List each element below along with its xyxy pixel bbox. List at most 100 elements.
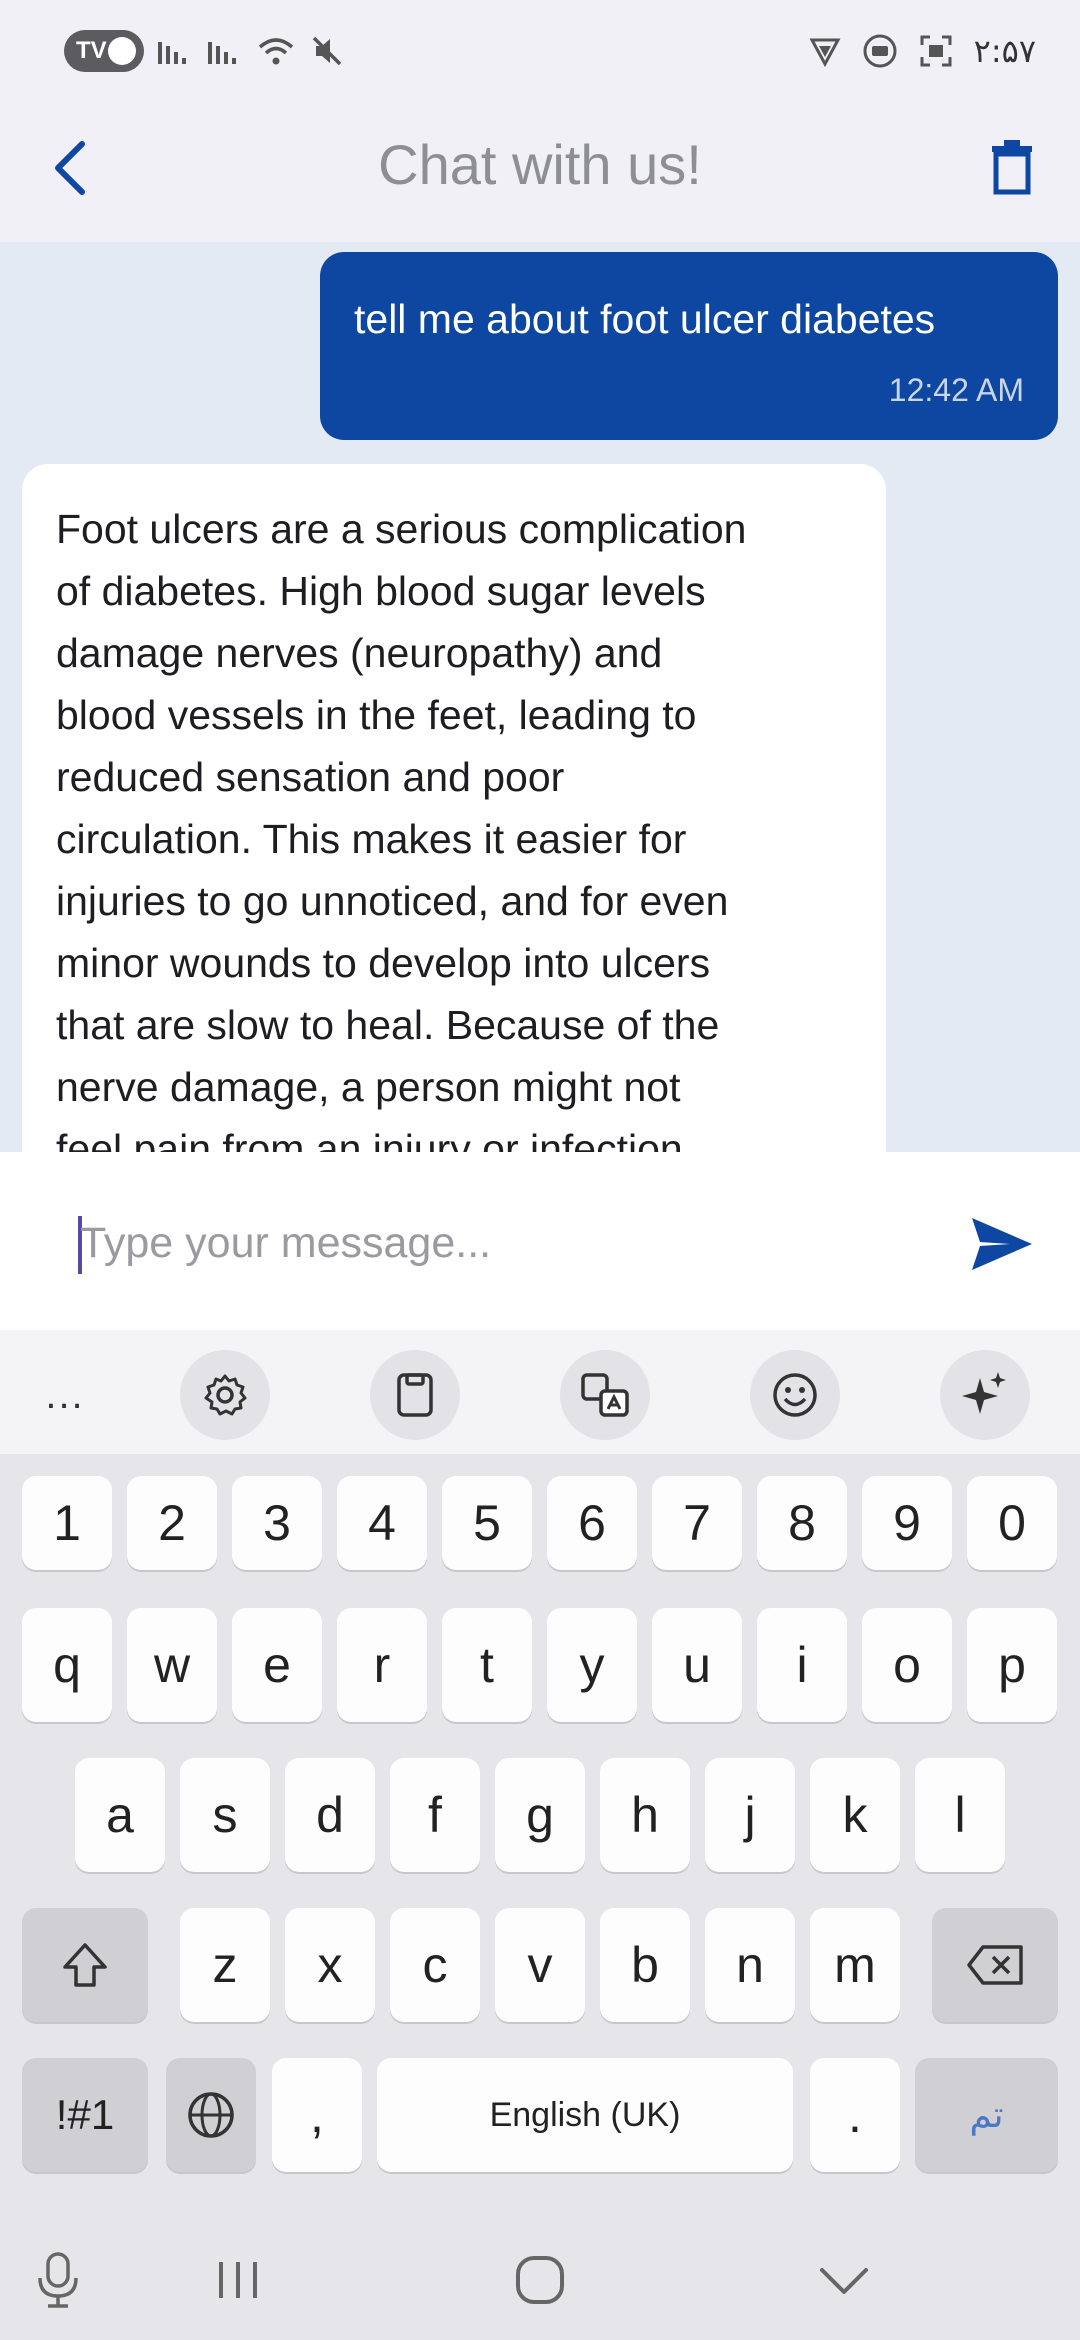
key-q[interactable]: q (22, 1608, 112, 1722)
app-bar: Chat with us! (0, 96, 1080, 242)
symbols-key[interactable]: !#1 (22, 2058, 148, 2172)
key-period[interactable]: . (810, 2058, 900, 2172)
ai-button[interactable] (940, 1350, 1030, 1440)
language-key[interactable] (166, 2058, 256, 2172)
status-time: ۲:۵۷ (973, 32, 1036, 70)
key-5[interactable]: 5 (442, 1476, 532, 1570)
key-9[interactable]: 9 (862, 1476, 952, 1570)
key-k[interactable]: k (810, 1758, 900, 1872)
page-title: Chat with us! (378, 133, 702, 196)
key-y[interactable]: y (547, 1608, 637, 1722)
key-s[interactable]: s (180, 1758, 270, 1872)
keyboard-settings-button[interactable] (180, 1350, 270, 1440)
key-n[interactable]: n (705, 1908, 795, 2022)
recents-icon (219, 2262, 257, 2298)
key-m[interactable]: m (810, 1908, 900, 2022)
key-4[interactable]: 4 (337, 1476, 427, 1570)
key-a[interactable]: a (75, 1758, 165, 1872)
chat-list[interactable]: tell me about foot ulcer diabetes 12:42 … (0, 242, 1080, 1152)
ai-sparkle-icon (962, 1372, 1006, 1414)
shift-key[interactable] (22, 1908, 148, 2022)
message-input[interactable] (80, 1208, 900, 1278)
key-3[interactable]: 3 (232, 1476, 322, 1570)
backspace-key[interactable] (932, 1908, 1058, 2022)
mute-icon (312, 36, 342, 66)
key-comma[interactable]: , (272, 2058, 362, 2172)
globe-icon (188, 2092, 234, 2138)
home-icon (516, 2256, 564, 2304)
key-b[interactable]: b (600, 1908, 690, 2022)
shift-icon (63, 1943, 107, 1987)
key-f[interactable]: f (390, 1758, 480, 1872)
key-6[interactable]: 6 (547, 1476, 637, 1570)
key-8[interactable]: 8 (757, 1476, 847, 1570)
wifi-icon (258, 38, 294, 65)
translate-button[interactable] (560, 1350, 650, 1440)
signal-icon (208, 42, 236, 64)
more-button[interactable]: ... (20, 1350, 110, 1440)
key-g[interactable]: g (495, 1758, 585, 1872)
key-j[interactable]: j (705, 1758, 795, 1872)
symbols-key-label: !#1 (55, 2091, 115, 2138)
record-icon (863, 34, 897, 68)
screenshot-icon (920, 35, 952, 67)
key-0[interactable]: 0 (967, 1476, 1057, 1570)
microphone-icon (38, 2252, 78, 2308)
send-button[interactable] (960, 1202, 1044, 1286)
user-message-text: tell me about foot ulcer diabetes (354, 296, 936, 342)
status-icons-right: ۲:۵۷ (808, 30, 1036, 72)
keyboard-toolbar: ... (0, 1330, 1080, 1454)
key-c[interactable]: c (390, 1908, 480, 2022)
vpn-icon (809, 38, 841, 68)
hide-keyboard-button[interactable] (804, 2240, 884, 2320)
home-button[interactable] (500, 2240, 580, 2320)
settings-icon (204, 1374, 247, 1416)
key-x[interactable]: x (285, 1908, 375, 2022)
status-pill: TV (64, 30, 144, 72)
delete-chat-button[interactable] (970, 126, 1054, 210)
user-message-bubble: tell me about foot ulcer diabetes 12:42 … (320, 252, 1058, 440)
status-bar: TV ۲:۵۷ (0, 0, 1080, 96)
clipboard-icon (397, 1373, 433, 1417)
key-o[interactable]: o (862, 1608, 952, 1722)
key-r[interactable]: r (337, 1608, 427, 1722)
backspace-icon (967, 1945, 1023, 1985)
done-key-label: تم (969, 2094, 1004, 2136)
space-key[interactable]: English (UK) (377, 2058, 793, 2172)
navigation-bar (0, 2214, 1080, 2340)
status-pill-label: TV (76, 37, 107, 64)
user-message-time: 12:42 AM (888, 372, 1024, 408)
trash-icon (992, 140, 1032, 195)
status-icons-left (156, 30, 344, 72)
translate-icon (581, 1373, 629, 1417)
key-h[interactable]: h (600, 1758, 690, 1872)
key-v[interactable]: v (495, 1908, 585, 2022)
bot-message-text: Foot ulcers are a serious complication o… (56, 506, 747, 1152)
bot-message-bubble: Foot ulcers are a serious complication o… (22, 464, 886, 1152)
clipboard-button[interactable] (370, 1350, 460, 1440)
voice-input-button[interactable] (18, 2240, 98, 2320)
emoji-icon (773, 1373, 817, 1417)
key-l[interactable]: l (915, 1758, 1005, 1872)
key-z[interactable]: z (180, 1908, 270, 2022)
keyboard: 1 2 3 4 5 6 7 8 9 0 q w e r t y u i o p … (0, 1454, 1080, 2214)
message-input-bar (0, 1152, 1080, 1330)
key-1[interactable]: 1 (22, 1476, 112, 1570)
key-7[interactable]: 7 (652, 1476, 742, 1570)
signal-icon (158, 42, 186, 64)
space-key-label: English (UK) (489, 2095, 681, 2134)
emoji-button[interactable] (750, 1350, 840, 1440)
chevron-down-icon (820, 2268, 868, 2294)
recents-button[interactable] (198, 2240, 278, 2320)
key-p[interactable]: p (967, 1608, 1057, 1722)
key-t[interactable]: t (442, 1608, 532, 1722)
more-icon: ... (45, 1372, 85, 1417)
key-i[interactable]: i (757, 1608, 847, 1722)
status-pill-icon (108, 37, 136, 65)
key-e[interactable]: e (232, 1608, 322, 1722)
key-2[interactable]: 2 (127, 1476, 217, 1570)
done-key[interactable]: تم (915, 2058, 1058, 2172)
key-u[interactable]: u (652, 1608, 742, 1722)
key-d[interactable]: d (285, 1758, 375, 1872)
key-w[interactable]: w (127, 1608, 217, 1722)
